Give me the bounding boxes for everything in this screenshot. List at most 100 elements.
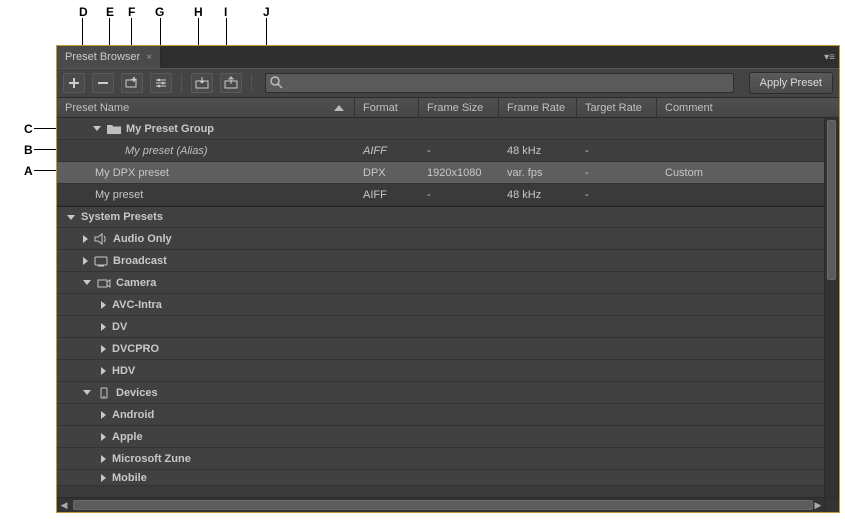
cell-frame-size: -: [419, 145, 499, 157]
scroll-thumb[interactable]: [827, 120, 836, 280]
col-comment[interactable]: Comment: [657, 98, 839, 117]
group-label: Camera: [116, 277, 156, 289]
group-label: Microsoft Zune: [112, 453, 191, 465]
disclosure-open-icon[interactable]: [93, 126, 101, 131]
preset-row-mypreset[interactable]: My preset AIFF - 48 kHz -: [57, 184, 838, 206]
cell-comment: Custom: [657, 167, 838, 179]
vertical-scrollbar[interactable]: [824, 118, 838, 497]
apply-preset-button[interactable]: Apply Preset: [749, 72, 833, 94]
close-tab-icon[interactable]: ×: [146, 52, 152, 63]
search-field-wrap: [265, 73, 734, 93]
resize-grip[interactable]: [825, 498, 839, 512]
group-devices[interactable]: Devices: [57, 382, 838, 404]
col-frame-rate[interactable]: Frame Rate: [499, 98, 577, 117]
disclosure-closed-icon[interactable]: [101, 411, 106, 419]
group-label: DVCPRO: [112, 343, 159, 355]
group-label: Audio Only: [113, 233, 172, 245]
group-label: Android: [112, 409, 154, 421]
col-name-label: Preset Name: [65, 102, 129, 114]
group-avc-intra[interactable]: AVC-Intra: [57, 294, 838, 316]
group-label: Devices: [116, 387, 158, 399]
group-label: Apple: [112, 431, 143, 443]
scroll-right-icon[interactable]: ▶: [811, 498, 825, 512]
group-apple[interactable]: Apple: [57, 426, 838, 448]
disclosure-closed-icon[interactable]: [101, 323, 106, 331]
group-system-presets[interactable]: System Presets: [57, 206, 838, 228]
horizontal-scrollbar[interactable]: ◀ ▶: [57, 497, 839, 512]
callout-i: I: [224, 5, 227, 19]
col-target-rate[interactable]: Target Rate: [577, 98, 657, 117]
disclosure-closed-icon[interactable]: [83, 257, 88, 265]
preset-settings-button[interactable]: [150, 73, 172, 93]
disclosure-closed-icon[interactable]: [101, 345, 106, 353]
group-label: DV: [112, 321, 127, 333]
group-broadcast[interactable]: Broadcast: [57, 250, 838, 272]
disclosure-open-icon[interactable]: [83, 390, 91, 395]
cell-target-rate: -: [577, 145, 657, 157]
disclosure-closed-icon[interactable]: [101, 367, 106, 375]
delete-preset-button[interactable]: [92, 73, 114, 93]
preset-name: My preset (Alias): [125, 145, 208, 157]
new-group-button[interactable]: [121, 73, 143, 93]
toolbar: Apply Preset: [57, 68, 839, 98]
panel-menu-icon[interactable]: ▾≡: [824, 52, 835, 63]
preset-name: My DPX preset: [95, 167, 169, 179]
import-preset-button[interactable]: [191, 73, 213, 93]
col-format[interactable]: Format: [355, 98, 419, 117]
tab-preset-browser[interactable]: Preset Browser ×: [57, 46, 161, 68]
cell-frame-size: -: [419, 189, 499, 201]
disclosure-closed-icon[interactable]: [83, 235, 88, 243]
preset-row-dpx[interactable]: My DPX preset DPX 1920x1080 var. fps - C…: [57, 162, 838, 184]
export-preset-button[interactable]: [220, 73, 242, 93]
preset-list: My Preset Group My preset (Alias) AIFF -…: [57, 118, 839, 497]
callout-j: J: [263, 5, 270, 19]
callout-a: A: [24, 164, 33, 178]
col-frame-size[interactable]: Frame Size: [419, 98, 499, 117]
group-camera[interactable]: Camera: [57, 272, 838, 294]
device-icon: [97, 387, 111, 399]
disclosure-open-icon[interactable]: [83, 280, 91, 285]
group-label: AVC-Intra: [112, 299, 162, 311]
new-preset-button[interactable]: [63, 73, 85, 93]
cell-target-rate: -: [577, 167, 657, 179]
cell-frame-rate: 48 kHz: [499, 145, 577, 157]
group-mobile[interactable]: Mobile: [57, 470, 838, 486]
group-audio-only[interactable]: Audio Only: [57, 228, 838, 250]
disclosure-closed-icon[interactable]: [101, 474, 106, 482]
callout-e: E: [106, 5, 114, 19]
group-hdv[interactable]: HDV: [57, 360, 838, 382]
callout-g: G: [155, 5, 164, 19]
camera-icon: [97, 277, 111, 289]
column-header-row: Preset Name Format Frame Size Frame Rate…: [57, 98, 839, 118]
preset-row-alias[interactable]: My preset (Alias) AIFF - 48 kHz -: [57, 140, 838, 162]
callout-b: B: [24, 143, 33, 157]
cell-frame-rate: 48 kHz: [499, 189, 577, 201]
col-preset-name[interactable]: Preset Name: [57, 98, 355, 117]
scroll-left-icon[interactable]: ◀: [57, 498, 71, 512]
group-label: My Preset Group: [126, 123, 214, 135]
group-label: Mobile: [112, 472, 147, 484]
cell-format: DPX: [355, 167, 419, 179]
disclosure-closed-icon[interactable]: [101, 433, 106, 441]
group-dv[interactable]: DV: [57, 316, 838, 338]
search-input[interactable]: [265, 73, 734, 93]
search-icon: [270, 76, 283, 89]
disclosure-closed-icon[interactable]: [101, 455, 106, 463]
scroll-thumb[interactable]: [73, 500, 813, 510]
cell-frame-rate: var. fps: [499, 167, 577, 179]
cell-format: AIFF: [355, 189, 419, 201]
group-label: Broadcast: [113, 255, 167, 267]
sort-ascending-icon: [334, 105, 344, 111]
tab-title: Preset Browser: [65, 51, 140, 63]
preset-name: My preset: [95, 189, 143, 201]
group-dvcpro[interactable]: DVCPRO: [57, 338, 838, 360]
disclosure-open-icon[interactable]: [67, 215, 75, 220]
group-android[interactable]: Android: [57, 404, 838, 426]
callout-c: C: [24, 122, 33, 136]
group-my-preset-group[interactable]: My Preset Group: [57, 118, 838, 140]
cell-format: AIFF: [355, 145, 419, 157]
group-label: System Presets: [81, 211, 163, 223]
group-zune[interactable]: Microsoft Zune: [57, 448, 838, 470]
callout-h: H: [194, 5, 203, 19]
disclosure-closed-icon[interactable]: [101, 301, 106, 309]
